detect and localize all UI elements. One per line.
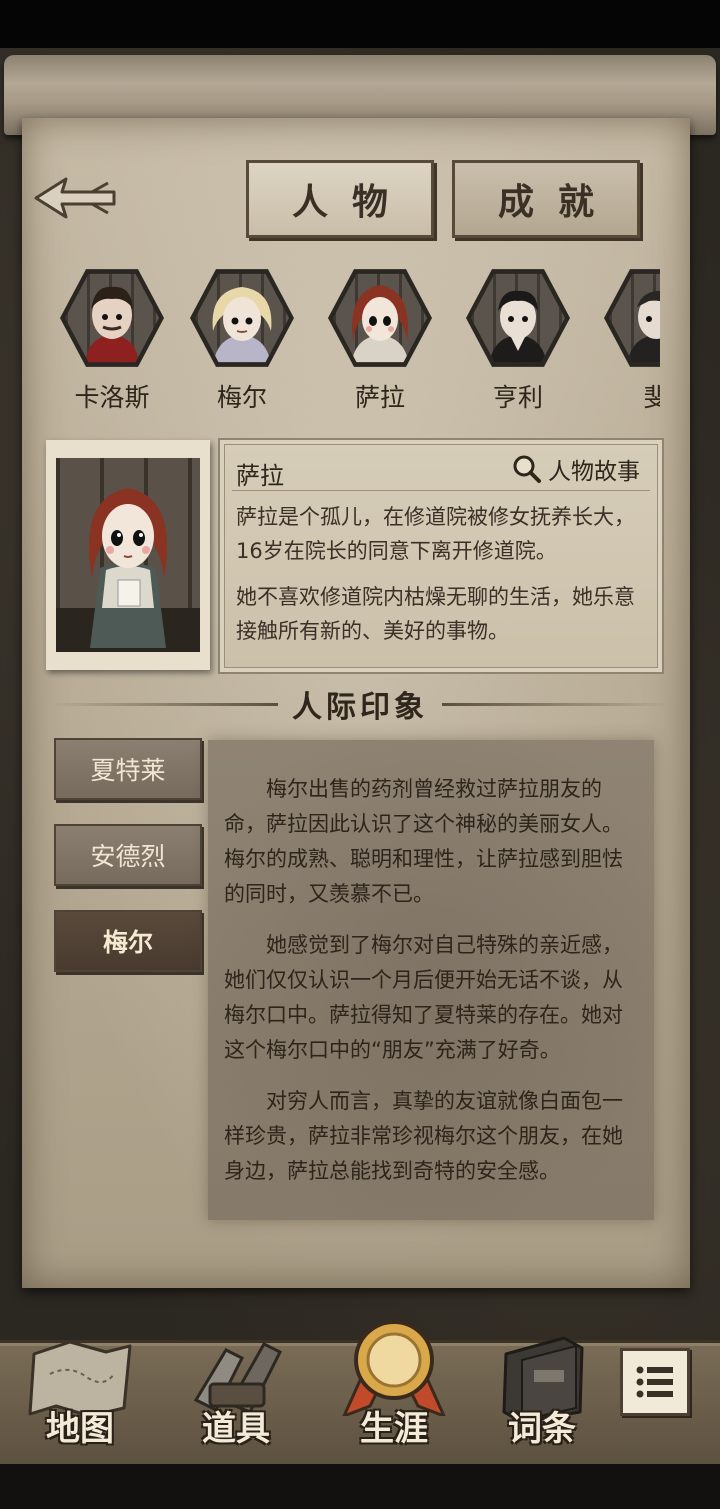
- description-paragraph: 萨拉是个孤儿，在修道院被修女抚养长大，16岁在院长的同意下离开修道院。: [236, 505, 635, 563]
- character-name: 梅尔: [216, 383, 267, 412]
- relation-button-label: 夏特莱: [90, 756, 166, 785]
- menu-button[interactable]: [620, 1348, 690, 1416]
- character-avatar-icon: [212, 287, 272, 363]
- divider: [442, 702, 670, 706]
- divider: [232, 490, 650, 491]
- nav-glossary-label: 词条: [508, 1409, 576, 1449]
- character-story-label: 人物故事: [548, 459, 640, 485]
- character-avatar-icon: [351, 285, 409, 363]
- character-info-name: 萨拉: [236, 462, 284, 490]
- tab-achievements[interactable]: 成就: [452, 160, 640, 238]
- tab-people[interactable]: 人物: [246, 160, 434, 238]
- character-story-button[interactable]: 人物故事: [512, 452, 640, 486]
- relations-section-header: 人际印象: [50, 680, 670, 728]
- character-mel[interactable]: 梅尔: [186, 266, 298, 416]
- impression-paragraph: 梅尔出售的药剂曾经救过萨拉朋友的命，萨拉因此认识了这个神秘的美丽女人。梅尔的成熟…: [224, 777, 623, 906]
- list-menu-icon: [636, 1366, 673, 1398]
- character-info-box: 萨拉 人物故事 萨拉是个孤儿，在修道院被修女抚养长大，16岁在院长的同意下离开修…: [218, 438, 664, 674]
- character-portrait: [56, 458, 200, 652]
- relation-button-label: 梅尔: [102, 928, 153, 957]
- character-portrait-frame: [46, 440, 210, 670]
- nav-glossary[interactable]: 词条: [472, 1330, 612, 1450]
- divider: [50, 702, 278, 706]
- back-arrow-icon: [34, 177, 116, 219]
- character-name: 斐: [643, 383, 660, 412]
- character-name: 萨拉: [354, 383, 405, 412]
- description-paragraph: 她不喜欢修道院内枯燥无聊的生活，她乐意接触所有新的、美好的事物。: [236, 585, 635, 643]
- nav-career-label: 生涯: [360, 1409, 428, 1449]
- relation-button-mel[interactable]: 梅尔: [54, 910, 202, 972]
- character-fei[interactable]: 斐: [600, 266, 660, 416]
- nav-map-label: 地图: [46, 1409, 114, 1449]
- back-button[interactable]: [30, 170, 120, 226]
- nav-tools-label: 道具: [202, 1409, 270, 1449]
- tab-people-label: 人物: [291, 181, 412, 223]
- nav-tools[interactable]: 道具: [166, 1330, 306, 1450]
- nav-map[interactable]: 地图: [10, 1330, 150, 1450]
- search-icon: [513, 455, 541, 483]
- character-carlos[interactable]: 卡洛斯: [56, 266, 168, 416]
- relation-button-label: 安德烈: [90, 842, 166, 871]
- sara-portrait-icon: [56, 488, 200, 652]
- character-list[interactable]: 卡洛斯 梅尔 萨拉 亨利 斐: [56, 266, 660, 426]
- character-description: 萨拉是个孤儿，在修道院被修女抚养长大，16岁在院长的同意下离开修道院。 她不喜欢…: [236, 500, 646, 660]
- character-name: 亨利: [492, 383, 543, 412]
- status-bar: [0, 0, 720, 48]
- tab-achievements-label: 成就: [497, 181, 618, 223]
- character-henry[interactable]: 亨利: [462, 266, 574, 416]
- impression-paragraph: 她感觉到了梅尔对自己特殊的亲近感，她们仅仅认识一个月后便开始无话不谈，从梅尔口中…: [224, 933, 623, 1062]
- character-sara[interactable]: 萨拉: [324, 266, 436, 416]
- relation-button-andre[interactable]: 安德烈: [54, 824, 202, 886]
- character-name: 卡洛斯: [74, 383, 150, 412]
- system-nav-area: [0, 1464, 720, 1509]
- character-avatar-icon: [85, 286, 139, 363]
- nav-career[interactable]: 生涯: [324, 1320, 464, 1450]
- relation-impression-text: 梅尔出售的药剂曾经救过萨拉朋友的命，萨拉因此认识了这个神秘的美丽女人。梅尔的成熟…: [224, 772, 640, 1205]
- relation-impression-panel: 梅尔出售的药剂曾经救过萨拉朋友的命，萨拉因此认识了这个神秘的美丽女人。梅尔的成熟…: [208, 740, 654, 1220]
- relations-title: 人际印象: [292, 690, 428, 725]
- relation-button-chatelet[interactable]: 夏特莱: [54, 738, 202, 800]
- impression-paragraph: 对穷人而言，真挚的友谊就像白面包一样珍贵，萨拉非常珍视梅尔这个朋友，在她身边，萨…: [224, 1089, 623, 1183]
- character-avatar-icon: [489, 290, 547, 363]
- character-avatar-icon: [627, 290, 660, 363]
